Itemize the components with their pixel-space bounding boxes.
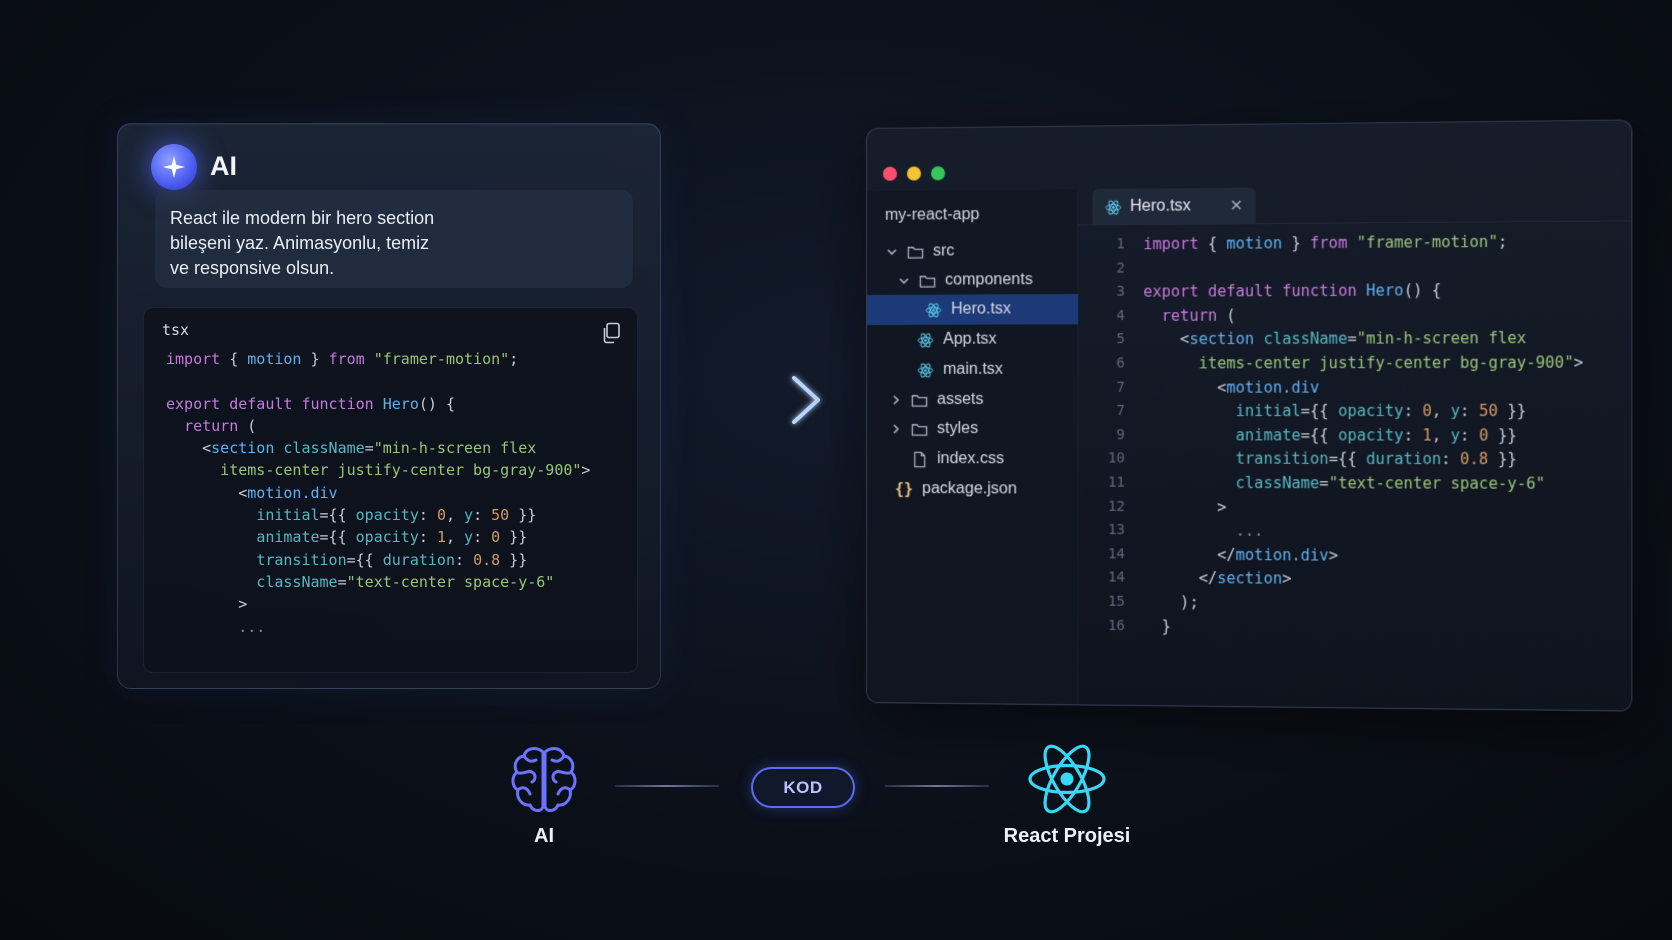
chevron-right-icon <box>889 422 903 436</box>
ai-title: AI <box>210 151 237 181</box>
tree-label: package.json <box>922 480 1017 498</box>
tree-label: index.css <box>937 450 1005 468</box>
tree-label: Hero.tsx <box>951 300 1012 318</box>
react-icon <box>917 361 934 378</box>
tree-label: src <box>933 242 955 260</box>
kod-badge: KOD <box>751 767 855 808</box>
react-icon <box>925 301 942 318</box>
project-name: my-react-app <box>884 206 980 224</box>
file-icon <box>911 451 928 468</box>
file-explorer: my-react-app src components Hero.tsx App… <box>866 189 1079 705</box>
folder-icon <box>907 243 924 260</box>
chevron-down-icon <box>897 274 911 288</box>
copy-icon[interactable] <box>601 322 621 344</box>
tree-folder-src[interactable]: src <box>867 236 1078 267</box>
react-icon <box>917 331 934 348</box>
flow-label-react: React Projesi <box>1003 825 1131 847</box>
tab-label: Hero.tsx <box>1130 197 1191 215</box>
chevron-right-icon <box>889 393 903 407</box>
brain-icon <box>511 747 577 812</box>
flow-connector <box>615 785 719 787</box>
tree-file-main[interactable]: main.tsx <box>867 355 1078 385</box>
tree-file-app[interactable]: App.tsx <box>867 324 1078 355</box>
tab-hero-tsx[interactable]: Hero.tsx <box>1092 187 1256 226</box>
chevron-down-icon <box>885 245 899 259</box>
braces-icon: {} <box>894 480 914 499</box>
tree-label: components <box>945 271 1033 289</box>
tree-folder-components[interactable]: components <box>867 265 1078 296</box>
sparkle-icon <box>151 144 197 190</box>
tree-file-package-json[interactable]: {} package.json <box>867 474 1078 505</box>
folder-icon <box>911 421 928 438</box>
maximize-dot[interactable] <box>931 166 946 181</box>
tree-file-index-css[interactable]: index.css <box>867 444 1078 474</box>
react-icon <box>1028 744 1106 814</box>
tree-label: main.tsx <box>943 360 1003 378</box>
tree-label: App.tsx <box>943 330 997 348</box>
prompt-line: React ile modern bir hero section <box>170 208 435 228</box>
folder-icon <box>911 391 928 408</box>
tree-file-hero[interactable]: Hero.tsx <box>866 294 1079 325</box>
prompt-line: ve responsive olsun. <box>170 258 335 278</box>
react-icon <box>1105 198 1122 215</box>
editor-code: import { motion } from "framer-motion"; … <box>1143 232 1584 636</box>
code-block: tsx import { motion } from "framer-motio… <box>143 307 638 673</box>
tree-label: assets <box>937 390 984 408</box>
line-numbers: 1 2 3 4 5 6 7 7 9 10 11 12 13 14 14 15 1… <box>1107 236 1125 634</box>
code-editor[interactable]: 1 2 3 4 5 6 7 7 9 10 11 12 13 14 14 15 1… <box>1078 230 1631 711</box>
tree-folder-styles[interactable]: styles <box>867 414 1078 444</box>
arrow-right-icon <box>694 376 820 424</box>
prompt-line: bileşeni yaz. Animasyonlu, temiz <box>170 233 430 253</box>
minimize-dot[interactable] <box>906 166 921 181</box>
code-snippet: import { motion } from "framer-motion"; … <box>166 350 591 636</box>
tree-label: styles <box>937 420 979 438</box>
code-editor-window: my-react-app src components Hero.tsx App… <box>866 119 1633 712</box>
tree-folder-assets[interactable]: assets <box>867 385 1078 415</box>
flow-connector <box>885 785 989 787</box>
folder-icon <box>919 272 936 289</box>
close-icon[interactable] <box>1229 198 1243 212</box>
editor-tab-bar: Hero.tsx <box>1078 184 1632 226</box>
prompt-message: React ile modern bir hero section bileşe… <box>155 190 633 288</box>
code-language-label: tsx <box>162 321 190 339</box>
ai-chat-card: AI React ile modern bir hero section bil… <box>117 123 661 689</box>
close-dot[interactable] <box>882 166 897 181</box>
flow-label-ai: AI <box>534 825 554 847</box>
